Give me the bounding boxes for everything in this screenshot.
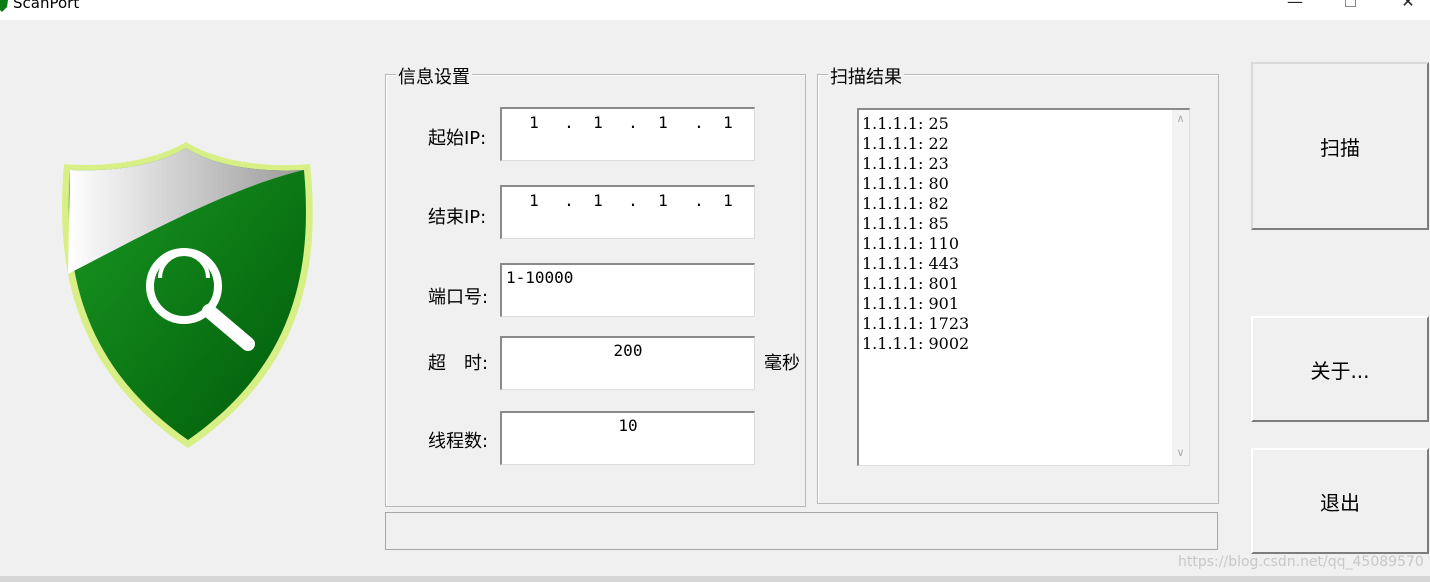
window-title: ScanPort: [13, 0, 80, 12]
result-item[interactable]: 1.1.1.1: 110: [862, 234, 969, 254]
ip-dot: .: [694, 113, 704, 132]
start-ip-octet-2[interactable]: 1: [588, 113, 608, 132]
port-value: 1-10000: [506, 268, 574, 287]
result-item[interactable]: 1.1.1.1: 22: [862, 134, 969, 154]
shield-icon: [0, 0, 8, 12]
start-ip-octet-3[interactable]: 1: [653, 113, 673, 132]
timeout-input[interactable]: 200: [500, 336, 755, 390]
shield-magnifier-icon: [62, 142, 313, 448]
ip-dot: .: [564, 113, 574, 132]
scan-results-legend: 扫描结果: [828, 63, 904, 89]
port-label: 端口号:: [428, 287, 489, 308]
ip-dot: .: [628, 113, 638, 132]
timeout-unit: 毫秒: [764, 353, 800, 374]
exit-button[interactable]: 退出: [1251, 448, 1429, 554]
threads-label: 线程数:: [428, 431, 489, 452]
result-item[interactable]: 1.1.1.1: 443: [862, 254, 969, 274]
end-ip-label: 结束IP:: [428, 207, 487, 228]
window-bottom-edge: [0, 576, 1430, 582]
close-button[interactable]: ✕: [1388, 0, 1428, 12]
chevron-up-icon[interactable]: ∧: [1172, 112, 1189, 129]
port-input[interactable]: 1-10000: [500, 263, 755, 317]
threads-input[interactable]: 10: [500, 411, 755, 465]
result-item[interactable]: 1.1.1.1: 23: [862, 154, 969, 174]
result-item[interactable]: 1.1.1.1: 85: [862, 214, 969, 234]
scan-button[interactable]: 扫描: [1251, 62, 1429, 230]
result-item[interactable]: 1.1.1.1: 9002: [862, 334, 969, 354]
chevron-down-icon[interactable]: ∨: [1172, 446, 1189, 463]
end-ip-octet-1[interactable]: 1: [524, 191, 544, 210]
end-ip-octet-2[interactable]: 1: [588, 191, 608, 210]
info-settings-legend: 信息设置: [396, 63, 472, 89]
title-bar: ScanPort — ✕: [0, 0, 1430, 20]
timeout-label: 超 时:: [428, 353, 489, 374]
result-item[interactable]: 1.1.1.1: 25: [862, 114, 969, 134]
watermark: https://blog.csdn.net/qq_45089570: [1178, 554, 1424, 570]
result-item[interactable]: 1.1.1.1: 1723: [862, 314, 969, 334]
maximize-icon: [1344, 0, 1356, 7]
scan-results-list[interactable]: 1.1.1.1: 25 1.1.1.1: 22 1.1.1.1: 23 1.1.1.1…: [857, 108, 1190, 466]
ip-dot: .: [564, 191, 574, 210]
result-item[interactable]: 1.1.1.1: 80: [862, 174, 969, 194]
threads-value: 10: [618, 416, 638, 435]
ip-dot: .: [628, 191, 638, 210]
start-ip-octet-1[interactable]: 1: [524, 113, 544, 132]
timeout-value: 200: [613, 341, 643, 360]
results-scrollbar[interactable]: ∧ ∨: [1172, 110, 1189, 465]
result-item[interactable]: 1.1.1.1: 82: [862, 194, 969, 214]
result-item[interactable]: 1.1.1.1: 901: [862, 294, 969, 314]
end-ip-input[interactable]: 1 . 1 . 1 . 1: [500, 185, 755, 239]
start-ip-input[interactable]: 1 . 1 . 1 . 1: [500, 107, 755, 161]
result-item[interactable]: 1.1.1.1: 801: [862, 274, 969, 294]
maximize-button[interactable]: [1330, 0, 1370, 12]
start-ip-label: 起始IP:: [428, 128, 487, 149]
about-button[interactable]: 关于...: [1251, 316, 1429, 422]
minimize-button[interactable]: —: [1275, 0, 1315, 12]
end-ip-octet-4[interactable]: 1: [718, 191, 738, 210]
ip-dot: .: [694, 191, 704, 210]
end-ip-octet-3[interactable]: 1: [653, 191, 673, 210]
status-bar: [385, 512, 1218, 550]
results-items: 1.1.1.1: 25 1.1.1.1: 22 1.1.1.1: 23 1.1.1.1…: [862, 114, 969, 354]
start-ip-octet-4[interactable]: 1: [718, 113, 738, 132]
